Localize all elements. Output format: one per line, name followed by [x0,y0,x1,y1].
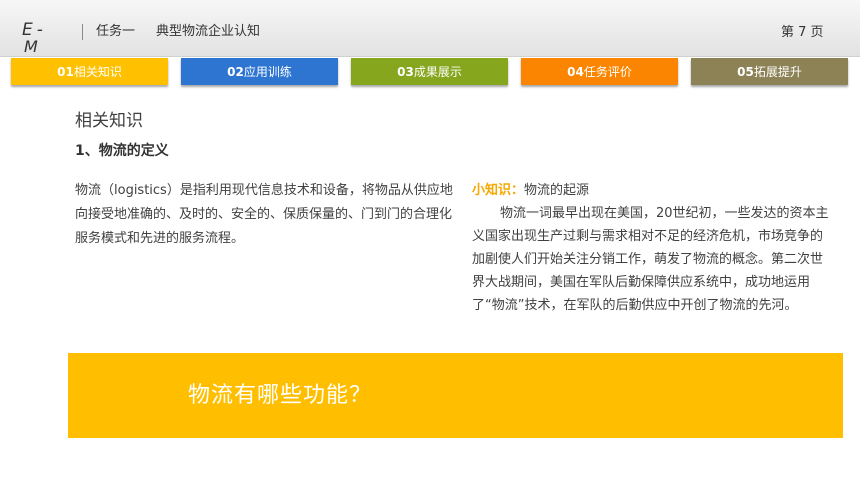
question-banner: 物流有哪些功能？ [68,353,843,438]
page-number: 第 7 页 [781,25,824,40]
definition-text: 物流（logistics）是指利用现代信息技术和设备，将物品从供应地向接受地准确… [75,183,453,246]
tip-title: 物流的起源 [524,183,590,198]
tip-body: 物流一词最早出现在美国，20世纪初，一些发达的资本主义国家出现生产过剩与需求相对… [472,206,829,313]
tab-extension[interactable]: 05 拓展提升 [691,58,848,85]
tip-header: 小知识：物流的起源 [472,179,834,202]
header-divider [82,24,83,40]
tab-application-training[interactable]: 02 应用训练 [181,58,338,85]
tab-label: 相关知识 [73,65,122,79]
tab-related-knowledge[interactable]: 01 相关知识 [11,58,168,85]
tip-label: 小知识： [472,183,525,198]
tab-bar: 01 相关知识 02 应用训练 03 成果展示 04 任务评价 05 拓展提升 [11,58,849,87]
tab-number: 04 [567,64,584,79]
tab-label: 拓展提升 [753,65,802,79]
subsection-title: 1、物流的定义 [75,143,169,159]
tab-task-evaluation[interactable]: 04 任务评价 [521,58,678,85]
logo: E- M [22,22,70,56]
tab-label: 任务评价 [583,65,632,79]
tab-number: 02 [227,64,244,79]
page-title: 典型物流企业认知 [156,24,261,39]
tip-box: 小知识：物流的起源 物流一词最早出现在美国，20世纪初，一些发达的资本主义国家出… [472,179,834,317]
tab-number: 05 [737,64,754,79]
tab-results-showcase[interactable]: 03 成果展示 [351,58,508,85]
header-bar: E- M 任务一 典型物流企业认知 第 7 页 [0,0,860,57]
logo-line2: M [24,37,38,56]
tab-number: 03 [397,64,414,79]
tab-label: 成果展示 [413,65,462,79]
tab-number: 01 [57,64,74,79]
tab-label: 应用训练 [243,65,292,79]
task-label: 任务一 [96,24,136,39]
question-text: 物流有哪些功能？ [188,383,373,408]
section-title: 相关知识 [75,111,143,131]
